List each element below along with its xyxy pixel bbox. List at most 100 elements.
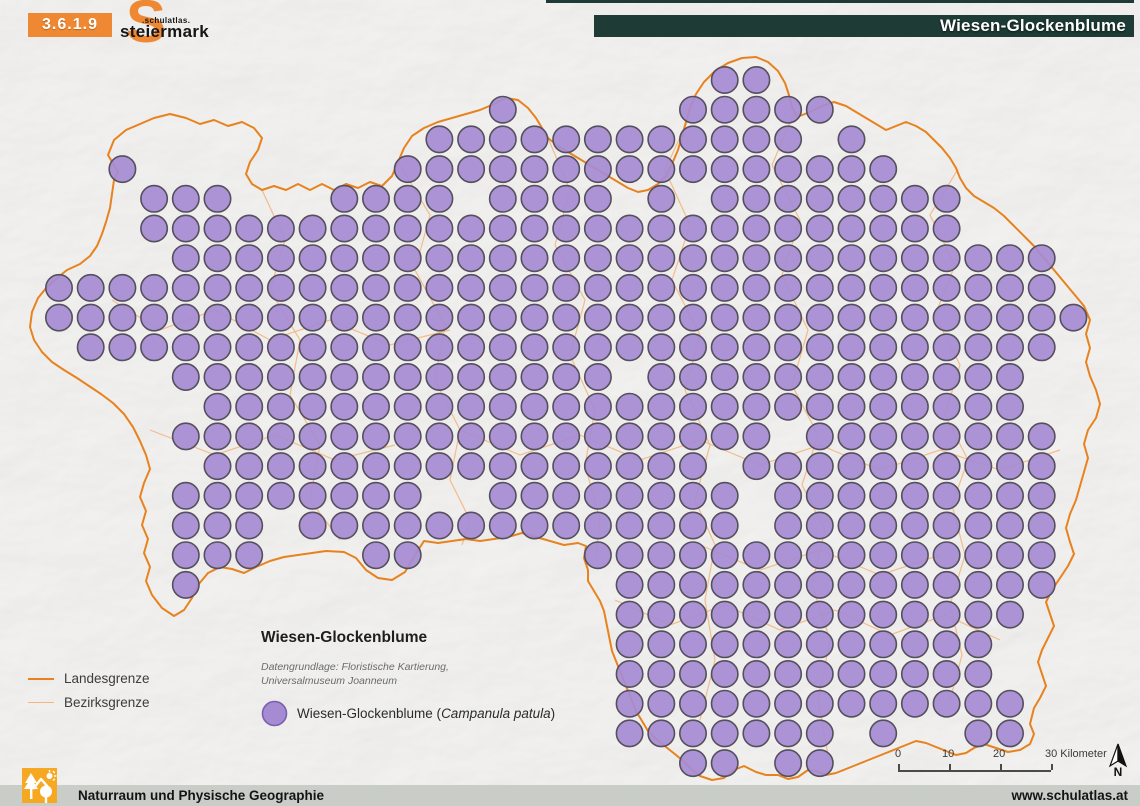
species-occurrence-dot xyxy=(173,275,199,301)
species-occurrence-dot xyxy=(109,275,135,301)
species-occurrence-dot xyxy=(902,512,928,538)
species-occurrence-dot xyxy=(490,423,516,449)
species-occurrence-dot xyxy=(648,126,674,152)
species-occurrence-dot xyxy=(648,572,674,598)
species-occurrence-dot xyxy=(870,661,896,687)
species-occurrence-dot xyxy=(1029,275,1055,301)
species-occurrence-dot xyxy=(331,364,357,390)
species-occurrence-dot xyxy=(743,631,769,657)
species-occurrence-dot xyxy=(712,483,738,509)
species-occurrence-dot xyxy=(807,691,833,717)
species-occurrence-dot xyxy=(870,186,896,212)
species-occurrence-dot xyxy=(743,215,769,241)
species-occurrence-dot xyxy=(838,512,864,538)
species-occurrence-dot xyxy=(902,423,928,449)
species-occurrence-dot xyxy=(236,512,262,538)
species-occurrence-dot xyxy=(363,423,389,449)
species-occurrence-dot xyxy=(426,453,452,479)
species-occurrence-dot xyxy=(712,156,738,182)
species-occurrence-dot xyxy=(331,423,357,449)
species-occurrence-dot xyxy=(933,334,959,360)
species-occurrence-dot xyxy=(743,423,769,449)
species-occurrence-dot xyxy=(712,215,738,241)
species-occurrence-dot xyxy=(838,156,864,182)
species-occurrence-dot xyxy=(902,572,928,598)
species-occurrence-dot xyxy=(490,453,516,479)
species-occurrence-dot xyxy=(838,364,864,390)
species-occurrence-dot xyxy=(775,750,801,776)
species-occurrence-dot xyxy=(173,304,199,330)
species-occurrence-dot xyxy=(616,661,642,687)
species-occurrence-dot xyxy=(616,542,642,568)
species-occurrence-dot xyxy=(838,304,864,330)
scale-tick xyxy=(1000,764,1002,770)
species-occurrence-dot xyxy=(521,453,547,479)
species-occurrence-dot xyxy=(648,304,674,330)
species-occurrence-dot xyxy=(268,394,294,420)
species-occurrence-dot xyxy=(712,750,738,776)
schulatlas-logo: S .schulatlas. steiermark xyxy=(116,0,206,58)
species-occurrence-dot xyxy=(616,453,642,479)
species-occurrence-dot xyxy=(616,334,642,360)
species-occurrence-dot xyxy=(426,394,452,420)
species-occurrence-dot xyxy=(870,334,896,360)
species-label-latin: Campanula patula xyxy=(441,706,551,721)
species-occurrence-dot xyxy=(109,334,135,360)
species-occurrence-dot xyxy=(997,275,1023,301)
species-occurrence-dot xyxy=(553,423,579,449)
species-occurrence-dot xyxy=(490,334,516,360)
species-occurrence-dot xyxy=(838,245,864,271)
species-occurrence-dot xyxy=(553,304,579,330)
species-occurrence-dot xyxy=(363,304,389,330)
species-occurrence-dot xyxy=(299,304,325,330)
scale-bar-line xyxy=(898,770,1051,772)
species-occurrence-dot xyxy=(395,512,421,538)
scale-tick-label: 20 xyxy=(993,748,1005,760)
legend-source-line2: Universalmuseum Joanneum xyxy=(261,674,591,688)
species-occurrence-dot xyxy=(680,453,706,479)
species-occurrence-dot xyxy=(838,126,864,152)
species-occurrence-dot xyxy=(204,334,230,360)
species-occurrence-dot xyxy=(521,275,547,301)
species-occurrence-dot xyxy=(807,750,833,776)
species-occurrence-dot xyxy=(236,423,262,449)
species-occurrence-dot xyxy=(965,572,991,598)
species-occurrence-dot xyxy=(838,186,864,212)
species-occurrence-dot xyxy=(363,512,389,538)
species-occurrence-dot xyxy=(775,691,801,717)
species-occurrence-dot xyxy=(173,542,199,568)
species-occurrence-dot xyxy=(775,186,801,212)
species-occurrence-dot xyxy=(173,364,199,390)
species-occurrence-dot xyxy=(268,245,294,271)
species-occurrence-dot xyxy=(173,572,199,598)
species-occurrence-dot xyxy=(870,304,896,330)
species-occurrence-dot xyxy=(680,512,706,538)
species-occurrence-dot xyxy=(585,156,611,182)
species-occurrence-dot xyxy=(680,126,706,152)
species-occurrence-dot xyxy=(1029,483,1055,509)
species-occurrence-dot xyxy=(173,512,199,538)
species-occurrence-dot xyxy=(553,186,579,212)
species-occurrence-dot xyxy=(1029,453,1055,479)
species-occurrence-dot xyxy=(299,512,325,538)
footer-chapter-title: Naturraum und Physische Geographie xyxy=(78,785,324,806)
species-occurrence-dot xyxy=(395,423,421,449)
species-occurrence-dot xyxy=(521,245,547,271)
species-occurrence-dot xyxy=(838,691,864,717)
species-occurrence-dot xyxy=(363,334,389,360)
footer-website-link[interactable]: www.schulatlas.at xyxy=(1011,785,1128,806)
species-occurrence-dot xyxy=(648,186,674,212)
species-occurrence-dot xyxy=(173,245,199,271)
species-occurrence-dot xyxy=(933,542,959,568)
species-occurrence-dot xyxy=(1029,334,1055,360)
species-occurrence-dot xyxy=(426,512,452,538)
species-occurrence-dot xyxy=(490,126,516,152)
page-title: Wiesen-Glockenblume xyxy=(940,16,1126,36)
species-occurrence-dot xyxy=(743,691,769,717)
species-occurrence-dot xyxy=(648,423,674,449)
species-occurrence-dot xyxy=(173,483,199,509)
species-occurrence-dot xyxy=(331,275,357,301)
species-occurrence-dot xyxy=(648,631,674,657)
species-occurrence-dot xyxy=(680,245,706,271)
species-occurrence-dot xyxy=(933,364,959,390)
